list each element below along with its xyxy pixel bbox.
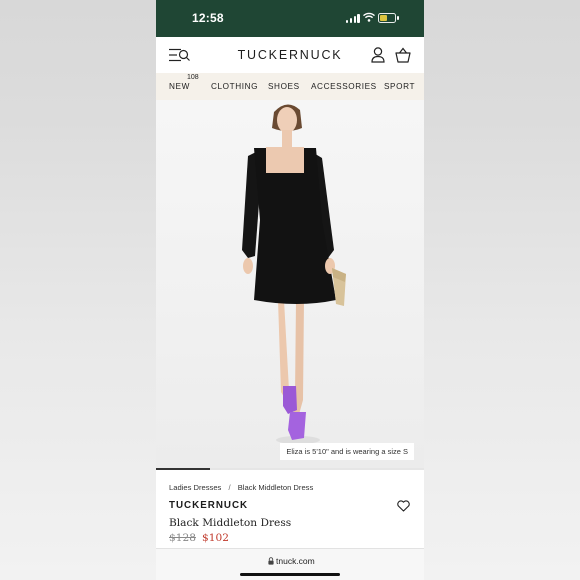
breadcrumb: Ladies Dresses / Black Middleton Dress bbox=[169, 483, 313, 492]
browser-url-bar[interactable]: tnuck.com bbox=[156, 548, 424, 580]
status-bar: 12:58 bbox=[156, 0, 424, 37]
backdrop-left bbox=[0, 0, 156, 580]
phone-screen: 12:58 TUCKERNUCK NEW 108 CLOTHING SHOES … bbox=[156, 0, 424, 580]
wifi-icon bbox=[363, 12, 375, 22]
heart-icon[interactable] bbox=[397, 500, 410, 512]
battery-level bbox=[380, 15, 387, 21]
product-info: Ladies Dresses / Black Middleton Dress T… bbox=[156, 470, 424, 548]
model-size-caption: Eliza is 5'10" and is wearing a size S bbox=[280, 443, 414, 460]
battery-cap bbox=[397, 16, 399, 20]
nav-item-clothing[interactable]: CLOTHING bbox=[211, 82, 258, 91]
account-icon[interactable] bbox=[371, 47, 385, 63]
nav-item-sport[interactable]: SPORT bbox=[384, 82, 415, 91]
breadcrumb-current[interactable]: Black Middleton Dress bbox=[238, 483, 314, 492]
nav-item-accessories[interactable]: ACCESSORIES bbox=[311, 82, 377, 91]
shopping-basket-icon[interactable] bbox=[395, 47, 411, 63]
battery-icon bbox=[378, 13, 396, 23]
nav-item-new[interactable]: NEW bbox=[169, 82, 190, 91]
sale-price: $102 bbox=[201, 532, 229, 544]
category-nav: NEW 108 CLOTHING SHOES ACCESSORIES SPORT bbox=[156, 73, 424, 100]
nav-item-shoes[interactable]: SHOES bbox=[268, 82, 300, 91]
product-price: $128 $102 bbox=[169, 532, 229, 544]
site-header: TUCKERNUCK bbox=[156, 37, 424, 73]
cellular-signal-icon bbox=[346, 14, 360, 23]
home-indicator[interactable] bbox=[240, 573, 340, 576]
model-illustration bbox=[242, 104, 346, 444]
nav-new-count-badge: 108 bbox=[187, 74, 199, 81]
original-price: $128 bbox=[169, 532, 196, 544]
lock-icon bbox=[268, 557, 274, 565]
breadcrumb-separator: / bbox=[228, 483, 231, 492]
product-name: Black Middleton Dress bbox=[169, 517, 292, 529]
url-text: tnuck.com bbox=[276, 556, 315, 566]
status-time: 12:58 bbox=[192, 11, 224, 25]
product-brand[interactable]: TUCKERNUCK bbox=[169, 500, 248, 511]
product-image[interactable]: Eliza is 5'10" and is wearing a size S bbox=[156, 100, 424, 468]
backdrop-right bbox=[424, 0, 580, 580]
breadcrumb-link-ladies-dresses[interactable]: Ladies Dresses bbox=[169, 483, 221, 492]
